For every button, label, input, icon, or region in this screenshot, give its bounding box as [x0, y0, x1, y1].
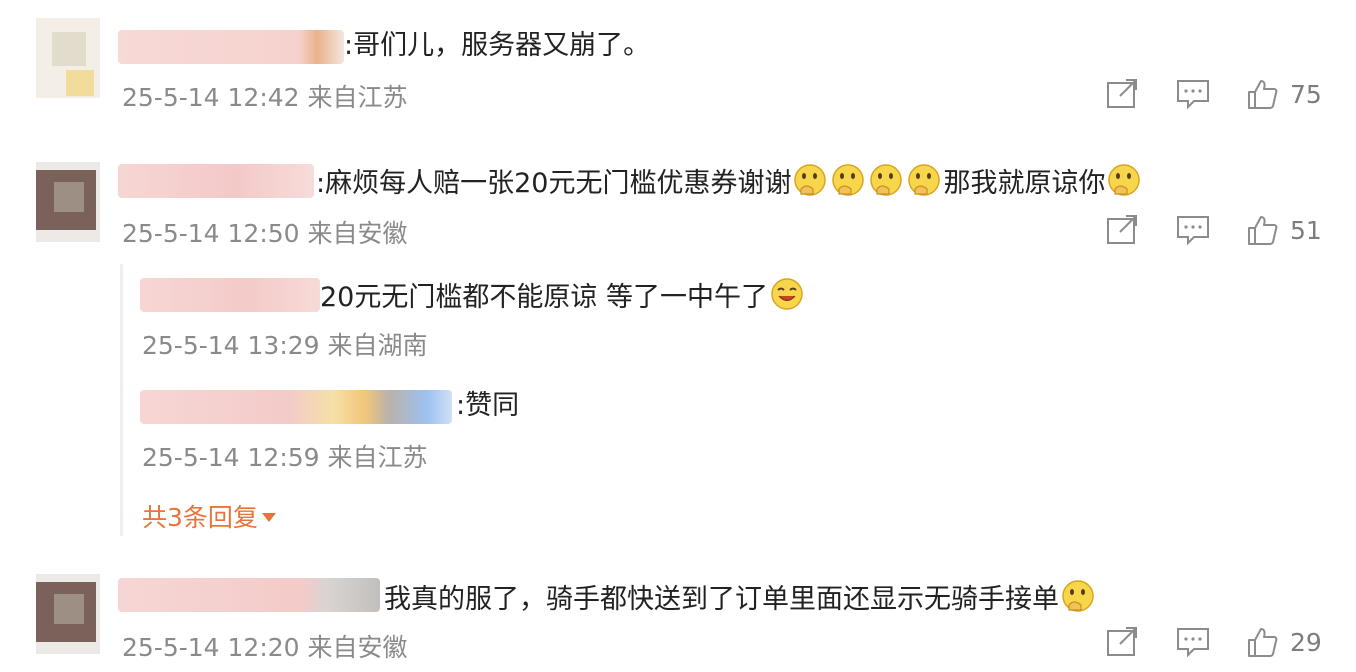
reply-button[interactable] [1176, 626, 1210, 658]
like-count: 75 [1290, 80, 1322, 109]
avatar[interactable] [36, 18, 100, 98]
thumbs-up-icon [1248, 80, 1278, 109]
username-blurred[interactable] [118, 30, 344, 64]
like-button[interactable] [1246, 626, 1278, 658]
thinking-emoji [830, 162, 866, 208]
comment-meta: 25-5-14 12:50 来自安徽 [122, 219, 408, 248]
reply-meta: 25-5-14 13:29 来自湖南 [142, 331, 428, 360]
comment-meta: 25-5-14 12:20 来自安徽 [122, 633, 408, 662]
more-replies-label: 共3条回复 [142, 503, 258, 532]
comment-text: :麻烦每人赔一张20元无门槛优惠券谢谢 那我就原谅你 [316, 162, 1143, 208]
thinking-emoji [1106, 162, 1142, 208]
avatar[interactable] [36, 162, 100, 242]
comment-text: :哥们儿，服务器又崩了。 [344, 30, 651, 61]
reply-text-part: 20元无门槛都不能原谅 等了一中午了 [320, 282, 768, 313]
reply-meta: 25-5-14 12:59 来自江苏 [142, 443, 428, 472]
reply-username-blurred[interactable] [140, 390, 452, 424]
username-blurred[interactable] [118, 164, 314, 198]
smile-emoji [769, 276, 805, 322]
reply-button[interactable] [1176, 214, 1210, 246]
reply-username-blurred[interactable] [140, 278, 320, 312]
comment-actions: 75 [1106, 78, 1326, 114]
avatar[interactable] [36, 574, 100, 654]
caret-down-icon [261, 513, 276, 522]
share-button[interactable] [1106, 78, 1140, 110]
comment-icon [1177, 216, 1209, 246]
reply-text: :赞同 [456, 390, 520, 421]
reply-text: 20元无门槛都不能原谅 等了一中午了 [320, 276, 806, 322]
share-icon [1107, 215, 1137, 244]
comment-actions: 51 [1106, 214, 1326, 250]
comment-text-part: 那我就原谅你 [943, 168, 1106, 199]
comment-text-part: :麻烦每人赔一张20元无门槛优惠券谢谢 [316, 168, 792, 199]
like-count: 29 [1290, 628, 1322, 657]
comment-icon [1177, 80, 1209, 110]
username-blurred[interactable] [118, 578, 380, 612]
thinking-emoji [868, 162, 904, 208]
comment-meta: 25-5-14 12:42 来自江苏 [122, 83, 408, 112]
like-count: 51 [1290, 216, 1322, 245]
share-button[interactable] [1106, 214, 1140, 246]
comment-actions: 29 [1106, 626, 1326, 662]
share-button[interactable] [1106, 626, 1140, 658]
like-button[interactable] [1246, 214, 1278, 246]
reply-button[interactable] [1176, 78, 1210, 110]
thinking-emoji [1060, 578, 1096, 624]
comment-text: 我真的服了，骑手都快送到了订单里面还显示无骑手接单 [384, 578, 1097, 624]
share-icon [1107, 627, 1137, 656]
like-button[interactable] [1246, 78, 1278, 110]
thinking-emoji [792, 162, 828, 208]
share-icon [1107, 79, 1137, 108]
comment-icon [1177, 628, 1209, 658]
thinking-emoji [906, 162, 942, 208]
thumbs-up-icon [1248, 628, 1278, 657]
more-replies-link[interactable]: 共3条回复 [142, 498, 276, 534]
thumbs-up-icon [1248, 216, 1278, 245]
comment-text-part: 我真的服了，骑手都快送到了订单里面还显示无骑手接单 [384, 584, 1059, 615]
